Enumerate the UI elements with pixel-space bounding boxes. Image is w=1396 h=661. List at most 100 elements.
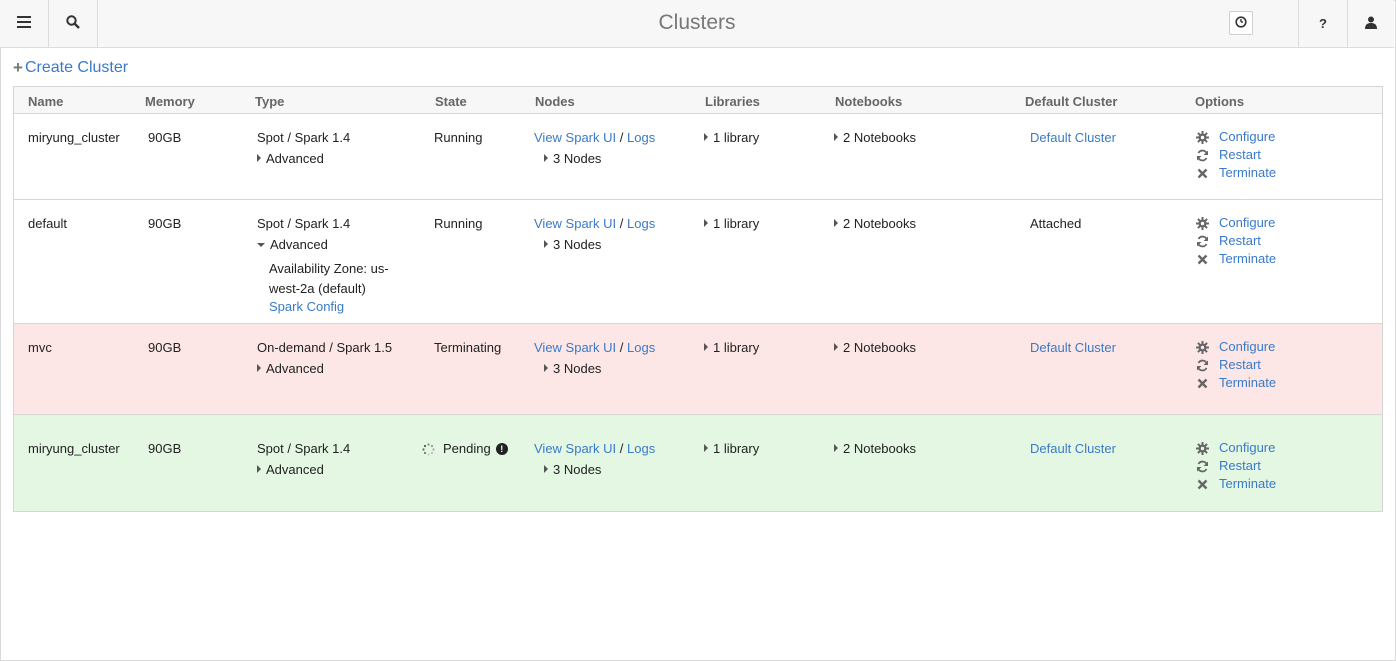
default-cluster-link[interactable]: Default Cluster [1030,340,1116,356]
column-header-state: State [435,94,467,109]
configure-option[interactable]: Configure [1195,214,1276,232]
notebooks-label: 2 Notebooks [843,130,916,145]
create-cluster-button[interactable]: + Create Cluster [13,58,128,78]
default-cluster-link[interactable]: Default Cluster [1030,130,1116,146]
cluster-nodes: View Spark UI / Logs 3 Nodes [534,216,655,253]
restart-label: Restart [1219,147,1261,162]
notebooks-label: 2 Notebooks [843,340,916,355]
column-header-nodes: Nodes [535,94,575,109]
caret-right-icon [704,133,708,141]
cluster-memory: 90GB [148,216,182,231]
view-spark-ui-link[interactable]: View Spark UI [534,441,616,456]
libraries-toggle[interactable]: 1 library [704,340,759,356]
logs-link[interactable]: Logs [627,216,655,231]
table-header: Name Memory Type State Nodes Libraries N… [14,87,1382,114]
terminate-option[interactable]: Terminate [1195,250,1276,268]
advanced-label: Advanced [270,237,328,252]
libraries-label: 1 library [713,340,760,355]
caret-right-icon [834,133,838,141]
default-cluster-link[interactable]: Default Cluster [1030,441,1116,457]
help-button[interactable]: ? [1299,0,1347,47]
spinner-icon [422,442,435,456]
configure-option[interactable]: Configure [1195,338,1276,356]
caret-right-icon [834,343,838,351]
history-button[interactable] [1229,11,1253,35]
caret-right-icon [834,444,838,452]
view-spark-ui-link[interactable]: View Spark UI [534,130,616,145]
configure-option[interactable]: Configure [1195,128,1276,146]
nodes-label: 3 Nodes [553,462,602,477]
caret-right-icon [834,219,838,227]
libraries-toggle[interactable]: 1 library [704,216,759,232]
restart-option[interactable]: Restart [1195,356,1276,374]
terminate-label: Terminate [1219,165,1277,180]
terminate-label: Terminate [1219,251,1277,266]
logs-link[interactable]: Logs [627,441,655,456]
cluster-state: Terminating [434,340,502,355]
clusters-table: Name Memory Type State Nodes Libraries N… [13,86,1383,512]
configure-option[interactable]: Configure [1195,439,1276,457]
refresh-icon [1195,148,1209,162]
user-icon [1365,16,1377,32]
configure-label: Configure [1219,339,1276,354]
availability-zone-line: Availability Zone: us- [269,261,389,276]
logs-link[interactable]: Logs [627,340,655,355]
caret-right-icon [704,343,708,351]
cluster-name: default [28,216,68,231]
libraries-label: 1 library [713,441,760,456]
spark-config-link[interactable]: Spark Config [269,299,389,315]
logs-link[interactable]: Logs [627,130,655,145]
advanced-toggle[interactable]: Advanced [257,361,392,377]
cluster-options: Configure Restart Terminate [1195,128,1276,182]
terminate-option[interactable]: Terminate [1195,475,1276,493]
advanced-label: Advanced [266,462,324,477]
cluster-state: Running [434,130,483,145]
caret-right-icon [544,465,548,473]
advanced-toggle[interactable]: Advanced [257,462,350,478]
caret-right-icon [704,219,708,227]
nodes-label: 3 Nodes [553,237,602,252]
restart-option[interactable]: Restart [1195,232,1276,250]
caret-right-icon [257,465,261,473]
column-header-libraries: Libraries [705,94,760,109]
cluster-type: Spot / Spark 1.4 Advanced [257,130,350,167]
advanced-toggle[interactable]: Advanced [257,151,350,167]
notebooks-toggle[interactable]: 2 Notebooks [834,216,916,232]
cluster-type-label: Spot / Spark 1.4 [257,130,351,145]
column-header-notebooks: Notebooks [835,94,903,109]
user-menu-button[interactable] [1348,0,1394,47]
restart-label: Restart [1219,357,1261,372]
caret-down-icon [257,243,265,247]
exclamation-icon[interactable]: ! [495,443,508,455]
libraries-toggle[interactable]: 1 library [704,441,759,457]
restart-option[interactable]: Restart [1195,146,1276,164]
nodes-label: 3 Nodes [553,151,602,166]
nodes-toggle[interactable]: 3 Nodes [544,361,655,377]
plus-icon: + [13,58,23,77]
view-spark-ui-link[interactable]: View Spark UI [534,340,616,355]
libraries-toggle[interactable]: 1 library [704,130,759,146]
gear-icon [1195,130,1209,144]
state-label: Pending [443,441,491,456]
cluster-memory: 90GB [148,441,182,456]
cluster-nodes: View Spark UI / Logs 3 Nodes [534,441,655,478]
nodes-toggle[interactable]: 3 Nodes [544,151,655,167]
nodes-toggle[interactable]: 3 Nodes [544,462,655,478]
notebooks-toggle[interactable]: 2 Notebooks [834,130,916,146]
cluster-nodes: View Spark UI / Logs 3 Nodes [534,130,655,167]
attached-label: Attached [1030,216,1082,231]
advanced-toggle[interactable]: Advanced [257,237,389,253]
cluster-type: On-demand / Spark 1.5 Advanced [257,340,392,377]
notebooks-toggle[interactable]: 2 Notebooks [834,441,916,457]
terminate-option[interactable]: Terminate [1195,374,1276,392]
libraries-label: 1 library [713,130,760,145]
terminate-option[interactable]: Terminate [1195,164,1276,182]
nodes-toggle[interactable]: 3 Nodes [544,237,655,253]
notebooks-toggle[interactable]: 2 Notebooks [834,340,916,356]
create-cluster-label: Create Cluster [24,59,129,76]
cluster-name: miryung_cluster [28,441,120,456]
cluster-nodes: View Spark UI / Logs 3 Nodes [534,340,655,377]
caret-right-icon [544,154,548,162]
restart-option[interactable]: Restart [1195,457,1276,475]
view-spark-ui-link[interactable]: View Spark UI [534,216,616,231]
